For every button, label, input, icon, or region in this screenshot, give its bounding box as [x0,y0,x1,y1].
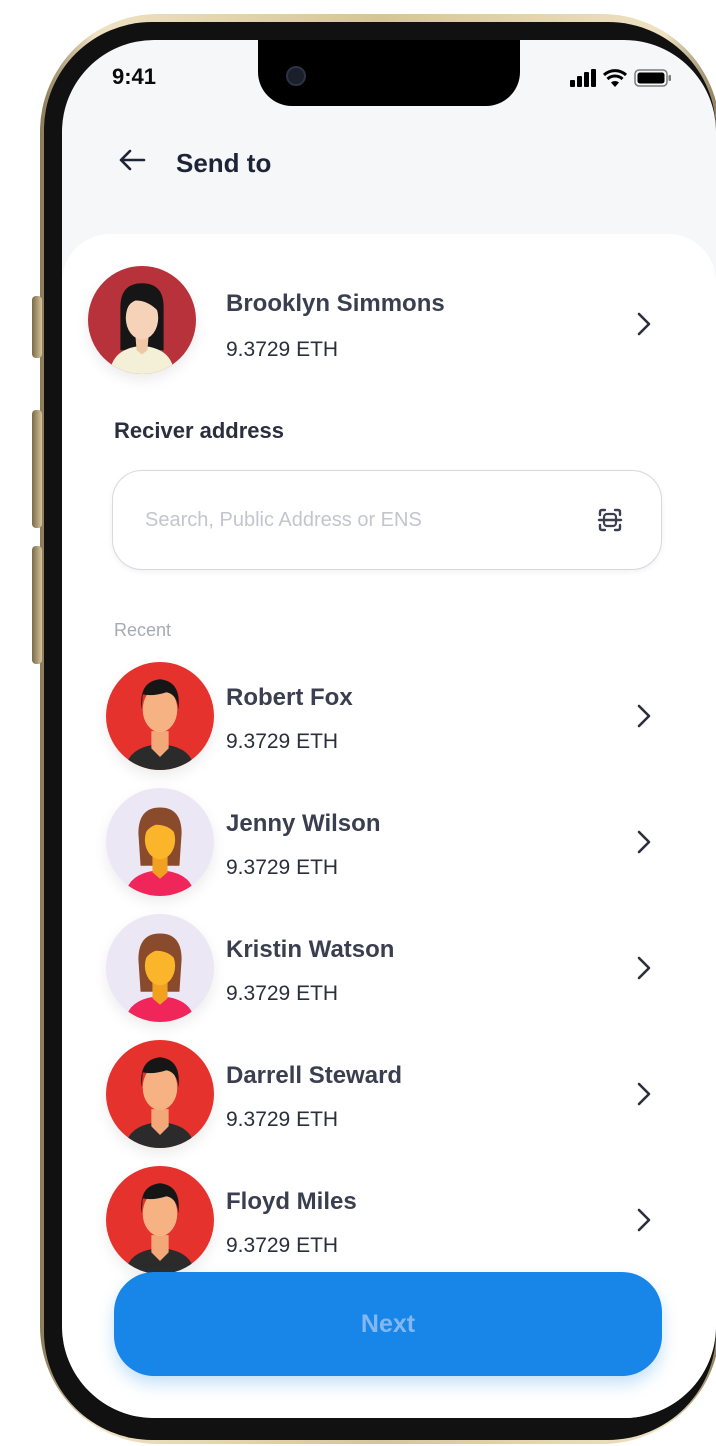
scan-qr-icon[interactable] [595,505,625,535]
contact-balance: 9.3729 ETH [226,856,339,879]
avatar [106,914,214,1022]
avatar-woman-dark-hair [88,266,196,374]
contact-balance: 9.3729 ETH [226,1108,339,1131]
content-card: Brooklyn Simmons 9.3729 ETH Reciver addr… [62,234,716,1418]
contact-name: Robert Fox [226,684,353,711]
contact-balance: 9.3729 ETH [226,982,339,1005]
contact-name: Floyd Miles [226,1188,357,1215]
recent-label: Recent [114,620,172,640]
chevron-right-icon[interactable] [632,952,656,984]
avatar-woman [106,788,214,896]
silent-switch [32,296,42,358]
avatar-woman [106,914,214,1022]
avatar [106,1166,214,1274]
search-input[interactable] [143,501,567,539]
contact-name: Jenny Wilson [226,810,381,837]
avatar [88,266,196,374]
avatar-man [106,662,214,770]
next-button[interactable]: Next [114,1272,662,1376]
avatar [106,788,214,896]
page-title: Send to [176,148,272,178]
avatar [106,662,214,770]
battery-icon [634,69,671,87]
avatar [106,1040,214,1148]
receiver-address-label: Reciver address [114,418,284,443]
status-time: 9:41 [112,64,157,89]
contact-name: Darrell Steward [226,1062,403,1089]
chevron-right-icon[interactable] [632,826,656,858]
avatar-man [106,1166,214,1274]
contact-balance: 9.3729 ETH [226,730,339,753]
chevron-right-icon[interactable] [632,308,656,340]
front-camera [286,66,306,86]
wifi-icon [602,69,628,87]
screen: 9:41 Send to Brooklyn Simmons 9.3729 ETH… [62,40,716,1418]
signal-icon [570,69,596,87]
chevron-right-icon[interactable] [632,1204,656,1236]
volume-down-button [32,546,42,664]
status-icons [570,68,672,88]
contact-balance: 9.3729 ETH [226,1234,339,1257]
back-arrow-icon[interactable] [116,144,148,176]
chevron-right-icon[interactable] [632,1078,656,1110]
avatar-man [106,1040,214,1148]
contact-name: Kristin Watson [226,936,395,963]
volume-up-button [32,410,42,528]
contact-balance: 9.3729 ETH [226,338,339,361]
contact-name: Brooklyn Simmons [226,290,445,317]
chevron-right-icon[interactable] [632,700,656,732]
receiver-address-field[interactable] [112,470,662,570]
